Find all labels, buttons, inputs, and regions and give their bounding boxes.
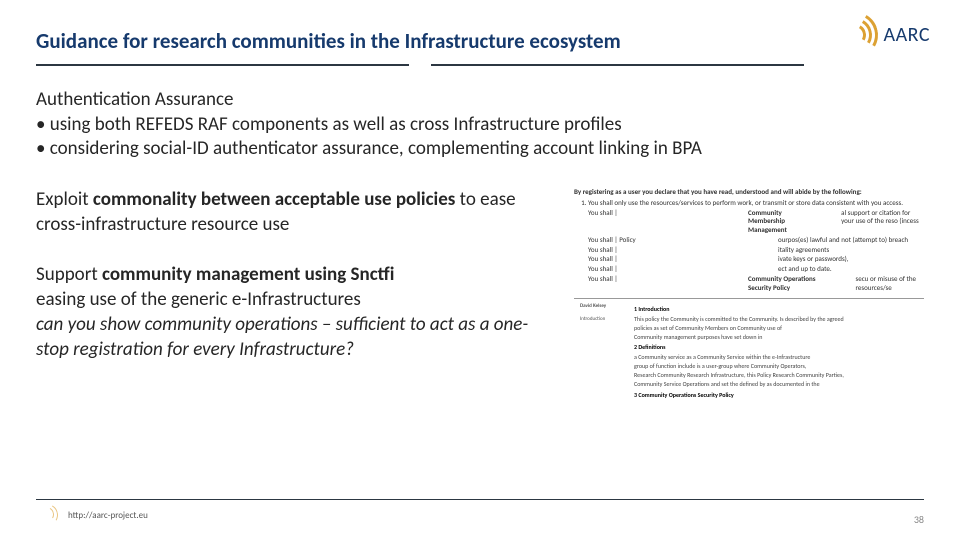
aarc-logo-text: AARC <box>884 23 931 47</box>
embedded-doc-preview: David Kelsey Introduction 1 Introduction… <box>574 298 924 405</box>
footer-logo-icon <box>36 504 58 526</box>
support-l3: can you show community operations – suff… <box>36 313 556 362</box>
page-number: 38 <box>914 513 924 526</box>
exploit-pre: Exploit <box>36 188 93 211</box>
auth-bullet-2: considering social-ID authenticator assu… <box>36 137 924 162</box>
support-bold: community management using Snctfi <box>102 263 394 286</box>
sidebar-preview: By registering as a user you declare tha… <box>574 188 924 405</box>
registration-declaration: By registering as a user you declare tha… <box>574 188 924 197</box>
exploit-bold: commonality between acceptable use polic… <box>93 188 455 211</box>
support-l2: easing use of the generic e-Infrastructu… <box>36 288 556 313</box>
support-pre: Support <box>36 263 102 286</box>
auth-block: Authentication Assurance using both REFE… <box>36 88 924 162</box>
doc-section-intro: 1 Introduction <box>634 306 918 314</box>
support-block: Support community management using Snctf… <box>36 263 556 362</box>
auth-bullet-1: using both REFEDS RAF components as well… <box>36 113 924 138</box>
doc-section-policy: 3 Community Operations Security Policy <box>634 392 918 400</box>
slide-title: Guidance for research communities in the… <box>36 28 924 54</box>
exploit-block: Exploit commonality between acceptable u… <box>36 188 556 237</box>
doc-author: David Kelsey <box>580 303 626 309</box>
aarc-logo-icon <box>832 12 878 58</box>
auth-heading: Authentication Assurance <box>36 88 924 113</box>
aarc-logo: AARC <box>832 12 931 58</box>
footer-divider <box>36 499 924 500</box>
title-divider <box>36 64 924 66</box>
footer-url: http://aarc-project.eu <box>68 510 148 521</box>
doc-section-definitions: 2 Definitions <box>634 344 918 352</box>
declaration-list: You shall only use the resources/service… <box>588 199 924 293</box>
